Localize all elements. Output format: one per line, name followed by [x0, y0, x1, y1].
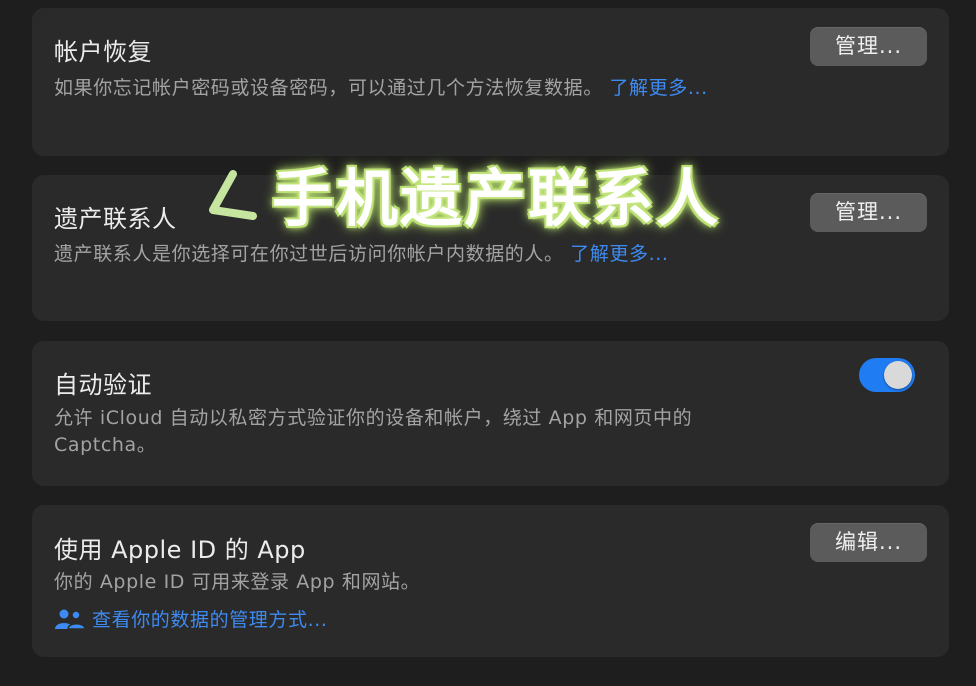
apps-using-apple-id-card: 使用 Apple ID 的 App 编辑... 你的 Apple ID 可用来登…: [32, 505, 949, 657]
overlay-caption: 手机遗产联系人: [272, 162, 721, 235]
account-recovery-description-text: 如果你忘记帐户密码或设备密码，可以通过几个方法恢复数据。: [54, 77, 603, 99]
data-management-link[interactable]: 查看你的数据的管理方式...: [92, 609, 328, 631]
legacy-contact-description: 遗产联系人是你选择可在你过世后访问你帐户内数据的人。 了解更多...: [54, 241, 724, 268]
settings-page: 帐户恢复 管理... 如果你忘记帐户密码或设备密码，可以通过几个方法恢复数据。 …: [0, 0, 976, 686]
legacy-contact-manage-button[interactable]: 管理...: [810, 193, 927, 232]
account-recovery-title: 帐户恢复: [54, 38, 152, 66]
arrow-mark: [203, 168, 259, 234]
auto-verification-toggle[interactable]: [859, 358, 915, 392]
auto-verification-description: 允许 iCloud 自动以私密方式验证你的设备和帐户，绕过 App 和网页中的 …: [54, 407, 693, 456]
account-recovery-manage-button[interactable]: 管理...: [810, 27, 927, 66]
apps-using-apple-id-title: 使用 Apple ID 的 App: [54, 536, 306, 564]
auto-verification-title: 自动验证: [54, 371, 152, 399]
account-recovery-learn-more-link[interactable]: 了解更多...: [609, 77, 707, 99]
legacy-contact-learn-more-link[interactable]: 了解更多...: [570, 243, 668, 265]
account-recovery-description: 如果你忘记帐户密码或设备密码，可以通过几个方法恢复数据。 了解更多...: [54, 75, 724, 102]
apps-using-apple-id-description: 你的 Apple ID 可用来登录 App 和网站。: [54, 571, 421, 593]
apps-using-apple-id-edit-button[interactable]: 编辑...: [810, 523, 927, 562]
data-management-link-row[interactable]: 查看你的数据的管理方式...: [54, 607, 724, 638]
people-icon: [54, 608, 86, 638]
legacy-contact-title: 遗产联系人: [54, 205, 177, 233]
toggle-knob: [884, 361, 912, 389]
legacy-contact-description-text: 遗产联系人是你选择可在你过世后访问你帐户内数据的人。: [54, 243, 564, 265]
account-recovery-card: 帐户恢复 管理... 如果你忘记帐户密码或设备密码，可以通过几个方法恢复数据。 …: [32, 8, 949, 156]
auto-verification-card: 自动验证 允许 iCloud 自动以私密方式验证你的设备和帐户，绕过 App 和…: [32, 341, 949, 486]
